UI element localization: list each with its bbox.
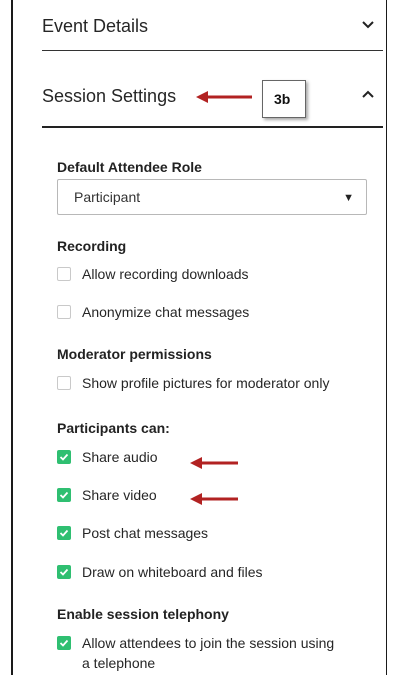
callout-label-box: 3b <box>262 80 306 118</box>
callout-label: 3b <box>274 91 291 107</box>
telephone-join-option[interactable]: Allow attendees to join the session usin… <box>57 634 377 674</box>
checkbox-label: Share video <box>82 487 157 503</box>
checkbox-checked[interactable] <box>57 526 71 540</box>
default-role-select[interactable]: Participant ▼ <box>57 179 367 215</box>
checkbox-label: Draw on whiteboard and files <box>82 564 263 580</box>
session-settings-title: Session Settings <box>42 86 177 106</box>
default-role-value: Participant <box>74 189 141 205</box>
chevron-up-icon[interactable] <box>360 86 382 108</box>
post-chat-messages-option[interactable]: Post chat messages <box>57 524 357 544</box>
checkbox-checked[interactable] <box>57 450 71 464</box>
checkmark-icon <box>59 568 69 576</box>
checkmark-icon <box>59 491 69 499</box>
session-settings-divider <box>42 126 383 128</box>
event-details-header[interactable]: Event Details <box>42 0 388 50</box>
checkmark-icon <box>59 639 69 647</box>
draw-on-whiteboard-option[interactable]: Draw on whiteboard and files <box>57 563 357 583</box>
checkbox-label: Allow attendees to join the session usin… <box>82 635 335 651</box>
event-details-title: Event Details <box>42 16 149 36</box>
moderator-permissions-heading: Moderator permissions <box>57 346 212 362</box>
checkbox-label: Post chat messages <box>82 525 209 541</box>
checkbox-label: Allow recording downloads <box>82 266 249 282</box>
annotation-arrow-icon <box>196 91 252 103</box>
allow-recording-downloads-option[interactable]: Allow recording downloads <box>57 265 377 285</box>
annotation-arrow-icon <box>190 457 238 469</box>
checkbox-label: Show profile pictures for moderator only <box>82 375 330 391</box>
checkbox-label: Share audio <box>82 449 158 465</box>
checkbox-checked[interactable] <box>57 636 71 650</box>
anonymize-chat-option[interactable]: Anonymize chat messages <box>57 303 377 323</box>
dropdown-caret-icon: ▼ <box>343 192 354 204</box>
participants-can-heading: Participants can: <box>57 420 170 436</box>
telephony-heading: Enable session telephony <box>57 606 229 622</box>
moderator-profile-pictures-option[interactable]: Show profile pictures for moderator only <box>57 374 377 394</box>
section-divider <box>42 50 383 51</box>
checkbox-checked[interactable] <box>57 488 71 502</box>
checkbox[interactable] <box>57 376 71 390</box>
chevron-down-icon[interactable] <box>360 17 382 39</box>
checkbox[interactable] <box>57 305 71 319</box>
checkbox-label-continued: a telephone <box>82 655 156 671</box>
checkbox-label: Anonymize chat messages <box>82 304 250 320</box>
annotation-arrow-icon <box>190 493 238 505</box>
recording-heading: Recording <box>57 238 127 254</box>
checkmark-icon <box>59 453 69 461</box>
default-role-heading: Default Attendee Role <box>57 159 202 175</box>
checkbox[interactable] <box>57 267 71 281</box>
checkmark-icon <box>59 529 69 537</box>
checkbox-checked[interactable] <box>57 565 71 579</box>
